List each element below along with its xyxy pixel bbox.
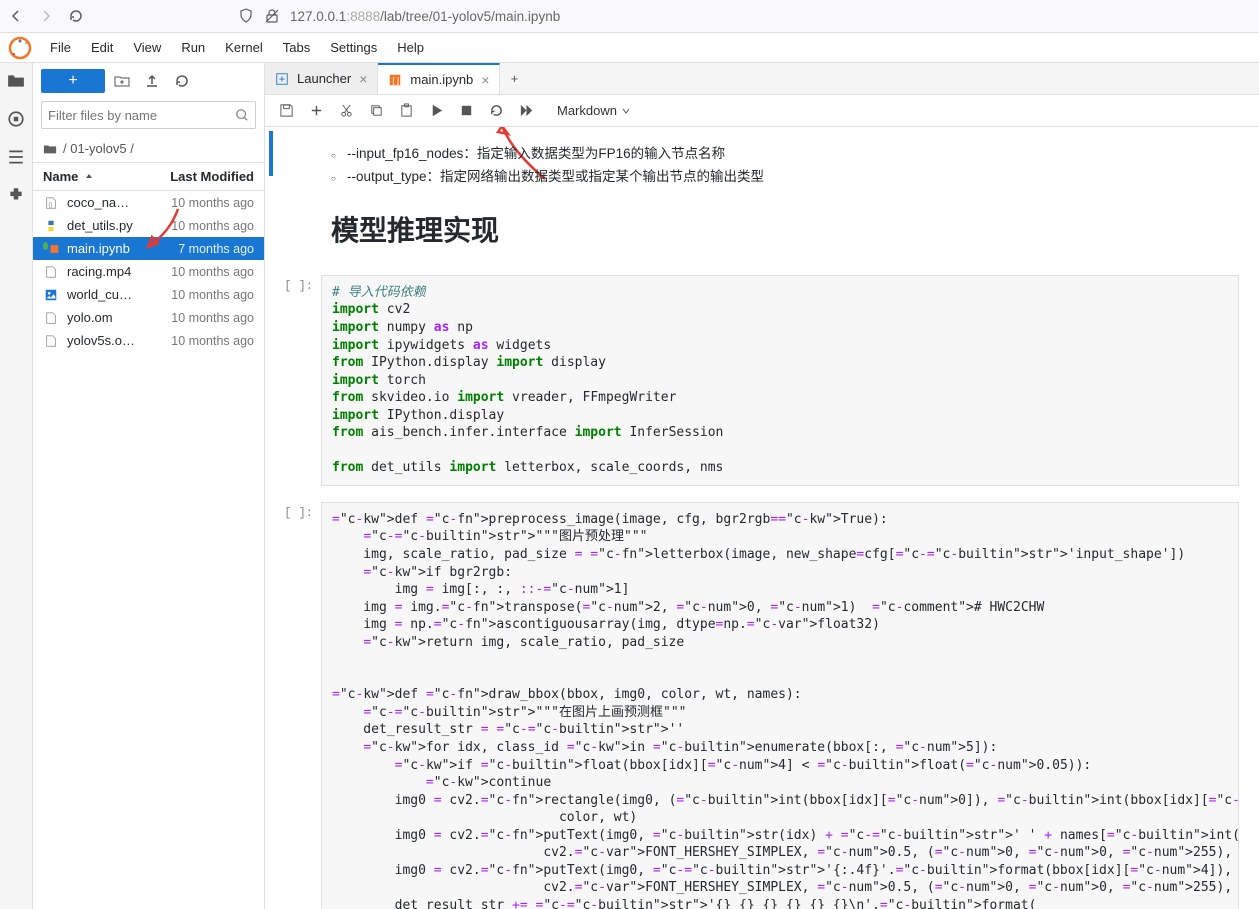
cell-prompt: [ ]: [271,275,321,486]
extensions-icon[interactable] [6,185,26,205]
chevron-down-icon [621,106,631,116]
add-tab-button[interactable]: + [500,63,528,94]
cut-icon[interactable] [333,98,359,124]
refresh-icon[interactable] [169,69,195,93]
file-name: det_utils.py [67,218,171,233]
cell-prompt: [ ]: [271,502,321,909]
menu-view[interactable]: View [123,33,171,63]
tab-launcher[interactable]: Launcher × [265,63,378,94]
reload-button[interactable] [68,8,84,24]
code-cell[interactable]: [ ]: # 导入代码依赖 import cv2 import numpy as… [271,275,1239,486]
jupyter-logo [8,36,32,60]
notebook-content: --input_fp16_nodes：指定输入数据类型为FP16的输入节点名称 … [265,127,1259,909]
cell-indicator [269,131,273,176]
run-icon[interactable] [423,98,449,124]
file-row[interactable]: world_cu…10 months ago [33,283,264,306]
file-modified: 10 months ago [171,265,254,279]
close-icon[interactable]: × [359,71,367,87]
file-type-icon: {} [43,196,59,210]
stop-icon[interactable] [453,98,479,124]
toc-icon[interactable] [6,147,26,167]
search-icon [235,108,249,122]
menu-help[interactable]: Help [387,33,434,63]
add-cell-icon[interactable] [303,98,329,124]
file-modified: 10 months ago [171,334,254,348]
filter-input[interactable] [41,101,256,129]
menu-run[interactable]: Run [171,33,215,63]
file-modified: 10 months ago [171,219,254,233]
tab-main-ipynb[interactable]: [ ] main.ipynb × [378,63,500,94]
file-list: {}coco_na…10 months agodet_utils.py10 mo… [33,191,264,909]
menu-file[interactable]: File [40,33,81,63]
md-list-item: --input_fp16_nodes：指定输入数据类型为FP16的输入节点名称 [331,143,1239,166]
file-row[interactable]: det_utils.py10 months ago [33,214,264,237]
notebook-icon: [ ] [388,73,402,87]
file-modified: 10 months ago [171,288,254,302]
lock-icon [264,8,280,24]
upload-icon[interactable] [139,69,165,93]
md-list-item: --output_type：指定网络输出数据类型或指定某个输出节点的输出类型 [331,166,1239,189]
copy-icon[interactable] [363,98,389,124]
menu-kernel[interactable]: Kernel [215,33,273,63]
file-modified: 10 months ago [171,311,254,325]
file-name: coco_na… [67,195,171,210]
url-bar[interactable]: 127.0.0.1:8888/lab/tree/01-yolov5/main.i… [238,8,938,24]
forward-button[interactable] [38,8,54,24]
running-icon[interactable] [6,109,26,129]
file-type-icon [43,265,59,279]
file-modified: 10 months ago [171,196,254,210]
close-icon[interactable]: × [481,72,489,88]
file-row[interactable]: yolo.om10 months ago [33,306,264,329]
notebook-toolbar: Markdown [265,95,1259,127]
code-body[interactable]: # 导入代码依赖 import cv2 import numpy as np i… [321,275,1239,486]
file-name: yolov5s.o… [67,333,171,348]
paste-icon[interactable] [393,98,419,124]
menu-tabs[interactable]: Tabs [273,33,320,63]
file-type-icon [43,219,59,233]
file-row[interactable]: racing.mp410 months ago [33,260,264,283]
file-type-icon [43,288,59,302]
menu-bar: File Edit View Run Kernel Tabs Settings … [0,33,1259,63]
file-type-icon [43,242,59,256]
svg-text:{}: {} [48,201,52,208]
menu-settings[interactable]: Settings [320,33,387,63]
file-modified: 7 months ago [178,242,254,256]
browser-bar: 127.0.0.1:8888/lab/tree/01-yolov5/main.i… [0,0,1259,33]
tab-bar: Launcher × [ ] main.ipynb × + [265,63,1259,95]
file-row[interactable]: yolov5s.o…10 months ago [33,329,264,352]
cell-type-select[interactable]: Markdown [551,101,637,120]
back-button[interactable] [8,8,24,24]
file-type-icon [43,311,59,325]
code-cell[interactable]: [ ]: ="c-kw">def ="c-fn">preprocess_imag… [271,502,1239,909]
save-icon[interactable] [273,98,299,124]
restart-icon[interactable] [483,98,509,124]
file-row[interactable]: {} coco_na…10 months ago [33,191,264,214]
svg-text:[ ]: [ ] [393,76,400,85]
file-name: racing.mp4 [67,264,171,279]
filter-field[interactable] [48,108,235,123]
code-body[interactable]: ="c-kw">def ="c-fn">preprocess_image(ima… [321,502,1239,909]
file-name: yolo.om [67,310,171,325]
markdown-cell[interactable]: --input_fp16_nodes：指定输入数据类型为FP16的输入节点名称 … [331,137,1239,275]
activity-bar [0,63,33,909]
new-folder-icon[interactable] [109,69,135,93]
file-name: world_cu… [67,287,171,302]
url-text: 127.0.0.1:8888/lab/tree/01-yolov5/main.i… [290,9,560,24]
run-all-icon[interactable] [513,98,539,124]
menu-edit[interactable]: Edit [81,33,123,63]
file-header[interactable]: Name Last Modified [33,163,264,191]
launcher-icon [275,72,289,86]
breadcrumb[interactable]: / 01-yolov5 / [33,135,264,163]
new-launcher-button[interactable]: + [41,69,105,93]
file-type-icon [43,334,59,348]
file-row[interactable]: main.ipynb7 months ago [33,237,264,260]
sort-up-icon [84,172,94,182]
shield-icon [238,8,254,24]
file-name: main.ipynb [67,241,178,256]
folder-icon [43,142,57,156]
md-heading: 模型推理实现 [331,209,1239,249]
folder-icon[interactable] [6,71,26,91]
file-browser: + / 01-yolov5 / Name Last Modified {} coc… [33,63,265,909]
